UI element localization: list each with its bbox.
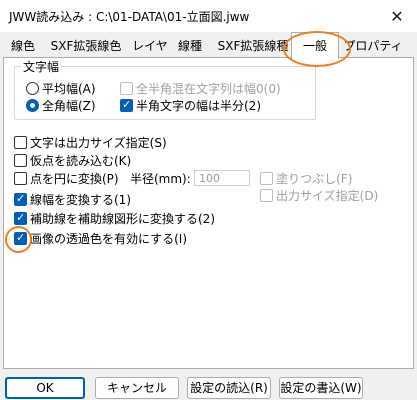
load-settings-button[interactable]: 設定の読込(R) [187,377,271,399]
radio-full-width-label: 全角幅(Z) [42,99,96,113]
cancel-button[interactable]: キャンセル [95,377,179,399]
point-to-circle-checkbox[interactable] [14,172,27,185]
checkmark-icon: ✓ [16,231,26,244]
font-width-group-label: 文字幅 [21,58,62,75]
radio-average-width[interactable] [26,82,39,95]
output-size-label: 出力サイズ指定(D) [276,189,379,203]
tab-sxf-line-color[interactable]: SXF拡張線色 [49,36,123,56]
tab-sxf-line-type[interactable]: SXF拡張線種 [216,36,290,56]
save-settings-button[interactable]: 設定の書込(W) [279,377,363,399]
close-button[interactable]: ✕ [383,3,411,29]
text-output-size-checkbox[interactable] [14,136,27,149]
text-output-size-label: 文字は出力サイズ指定(S) [30,136,167,150]
mixed-width-checkbox[interactable] [120,82,133,95]
convert-aux-lines-label: 補助線を補助線図形に変換する(2) [30,212,215,226]
tab-line-type[interactable]: 線種 [176,36,204,56]
checkmark-icon: ✓ [16,192,26,205]
read-temp-points-checkbox[interactable] [14,154,27,167]
radius-label: 半径(mm): [130,172,191,186]
tab-line-color[interactable]: 線色 [9,36,37,56]
convert-line-width-label: 線幅を変換する(1) [30,193,131,207]
fill-checkbox[interactable] [260,172,273,185]
convert-line-width-checkbox[interactable]: ✓ [14,192,27,206]
half-width-label: 半角文字の幅は半分(2) [136,99,261,113]
read-temp-points-label: 仮点を読み込む(K) [30,154,132,168]
point-to-circle-label: 点を円に変換(P) [30,172,119,186]
fill-label: 塗りつぶし(F) [276,172,353,186]
tab-general[interactable]: 一般 [291,32,339,59]
radius-input[interactable]: 100 [194,170,250,186]
output-size-checkbox[interactable] [260,189,273,202]
close-icon: ✕ [390,6,404,26]
convert-aux-lines-checkbox[interactable]: ✓ [14,211,27,225]
mixed-width-label: 全半角混在文字列は幅0(0) [136,82,281,96]
image-transparency-checkbox[interactable]: ✓ [14,231,27,245]
radio-average-width-label: 平均幅(A) [42,82,96,96]
checkmark-icon: ✓ [122,98,132,111]
ok-button[interactable]: OK [5,377,85,399]
half-width-checkbox[interactable]: ✓ [120,98,133,112]
tab-properties[interactable]: プロパティ [343,36,403,56]
image-transparency-label: 画像の透過色を有効にする(I) [30,232,188,246]
radio-full-width[interactable] [26,99,39,112]
checkmark-icon: ✓ [16,211,26,224]
tab-layer[interactable]: レイヤ [131,36,169,56]
window-title: JWW読み込み : C:\01-DATA\01-立面図.jww [9,10,250,24]
